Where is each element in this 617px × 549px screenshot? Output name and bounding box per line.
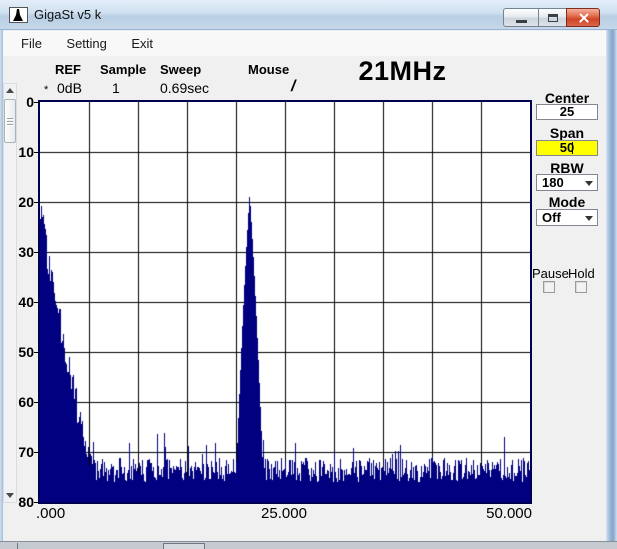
window-buttons	[503, 8, 600, 27]
y-tick-30: 30	[10, 244, 34, 260]
y-tick-0: 0	[10, 94, 34, 110]
text-caret	[572, 142, 573, 154]
spectrum-canvas[interactable]	[40, 102, 530, 502]
maximize-icon	[548, 14, 558, 22]
window-border-right	[606, 30, 617, 543]
x-tick-25: 25.000	[258, 505, 310, 522]
menu-setting[interactable]: Setting	[56, 31, 116, 51]
arrow-up-icon	[6, 88, 14, 93]
chevron-down-icon	[585, 181, 593, 186]
y-tick-40: 40	[10, 294, 34, 310]
grip-line	[7, 121, 13, 122]
span-label: Span	[536, 125, 598, 141]
background-window-tab	[163, 543, 205, 549]
y-tick-mark	[34, 302, 39, 303]
y-tick-80: 80	[10, 494, 34, 510]
ref-value: 0dB	[57, 80, 82, 96]
menu-exit[interactable]: Exit	[121, 31, 163, 51]
background-window-edge	[0, 541, 617, 549]
y-tick-mark	[34, 452, 39, 453]
maximize-button[interactable]	[538, 8, 566, 27]
grip-line	[7, 118, 13, 119]
hold-label: Hold	[568, 266, 595, 281]
menu-bar: File Setting Exit	[3, 31, 608, 56]
pause-label: Pause	[532, 266, 569, 281]
y-tick-mark	[34, 102, 39, 103]
mode-label: Mode	[536, 194, 598, 210]
grip-line	[7, 124, 13, 125]
divider	[17, 543, 18, 549]
y-tick-mark	[34, 402, 39, 403]
y-tick-mark	[34, 202, 39, 203]
close-button[interactable]	[566, 8, 600, 27]
rbw-dropdown[interactable]: 180	[536, 174, 598, 191]
app-icon	[9, 7, 28, 23]
sweep-value: 0.69sec	[160, 80, 209, 96]
span-input[interactable]: 50	[536, 140, 598, 156]
mode-value: Off	[542, 210, 561, 225]
y-tick-mark	[34, 502, 39, 503]
pause-checkbox[interactable]	[543, 281, 555, 293]
mouse-label: Mouse	[248, 62, 289, 77]
sweep-label: Sweep	[160, 62, 201, 77]
minimize-icon	[516, 20, 527, 23]
menu-file[interactable]: File	[11, 31, 52, 51]
y-tick-mark	[34, 352, 39, 353]
y-tick-20: 20	[10, 194, 34, 210]
ref-marker: *	[44, 84, 48, 96]
spectrum-plot[interactable]	[38, 100, 532, 504]
x-tick-0: .000	[36, 505, 65, 522]
y-tick-10: 10	[10, 144, 34, 160]
x-tick-50: 50.000	[482, 505, 532, 522]
y-tick-mark	[34, 152, 39, 153]
rbw-value: 180	[542, 175, 564, 190]
y-tick-60: 60	[10, 394, 34, 410]
mode-dropdown[interactable]: Off	[536, 209, 598, 226]
center-input[interactable]: 25	[536, 104, 598, 120]
y-tick-mark	[34, 252, 39, 253]
minimize-button[interactable]	[503, 8, 538, 27]
y-tick-50: 50	[10, 344, 34, 360]
hold-checkbox[interactable]	[575, 281, 587, 293]
title-bar[interactable]: GigaSt v5 k	[0, 0, 617, 30]
ref-label: REF	[55, 62, 81, 77]
sample-label: Sample	[100, 62, 146, 77]
frequency-display: 21MHz	[340, 56, 465, 87]
y-tick-70: 70	[10, 444, 34, 460]
window-title: GigaSt v5 k	[34, 7, 101, 22]
sample-value: 1	[112, 80, 120, 96]
mouse-cursor-mark: /	[291, 78, 295, 96]
chevron-down-icon	[585, 216, 593, 221]
app-window: GigaSt v5 k File Setting Exit REF Sample…	[0, 0, 617, 549]
